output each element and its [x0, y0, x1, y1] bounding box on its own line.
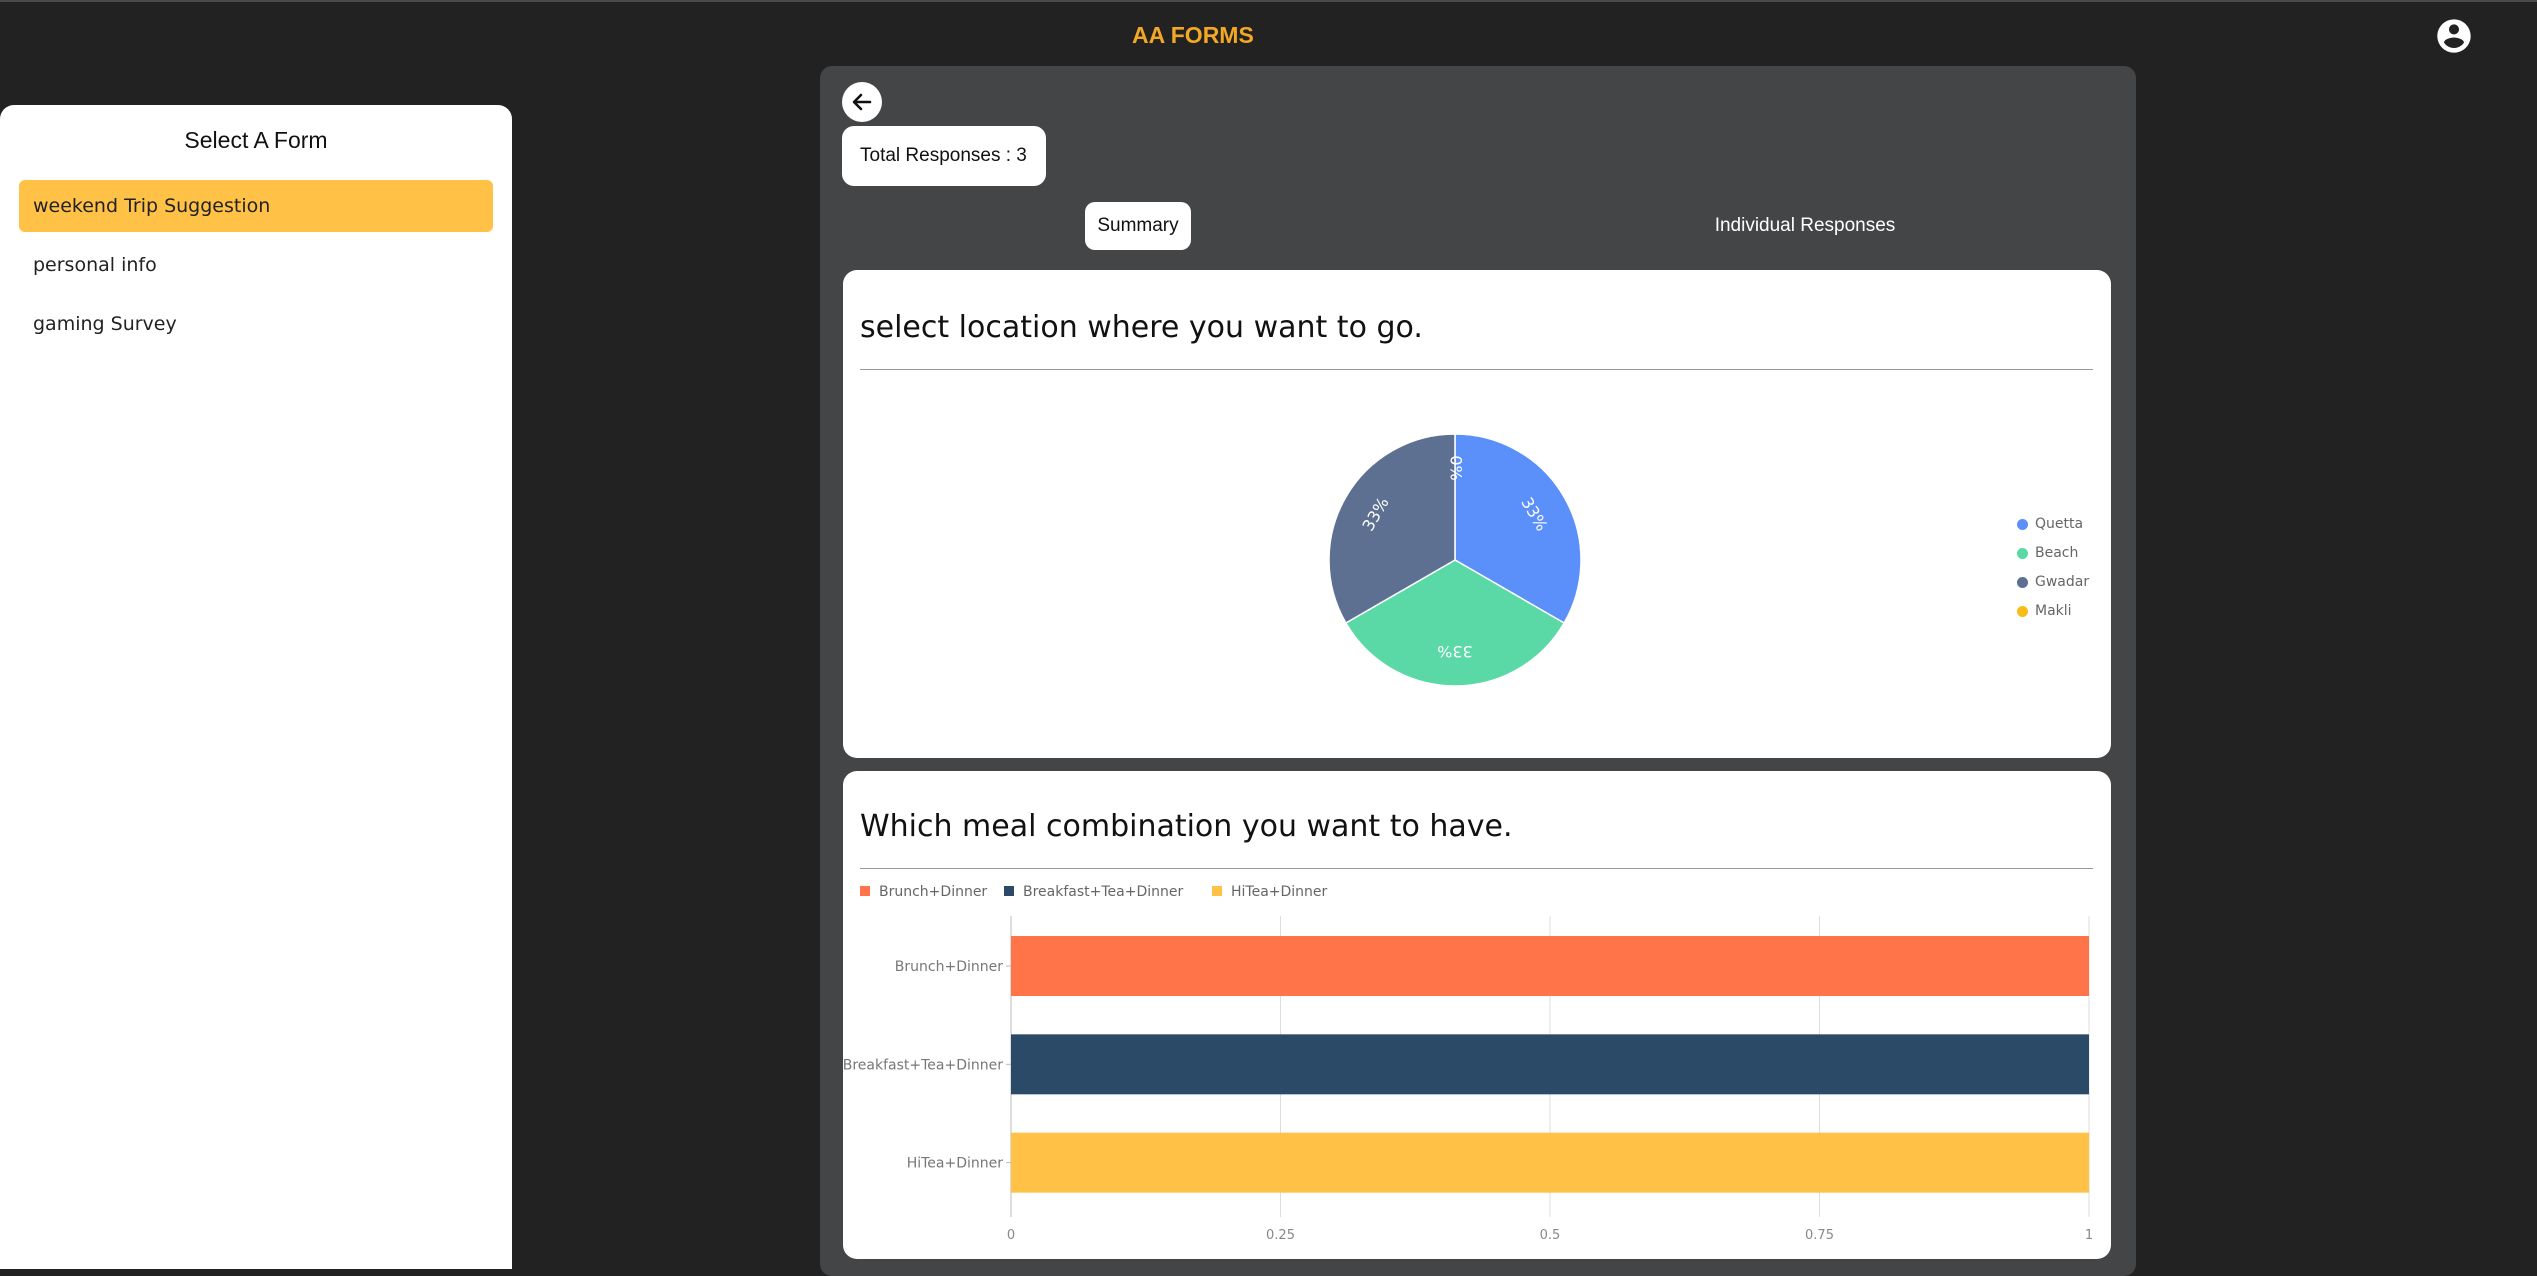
y-tick-label: Breakfast+Tea+Dinner [843, 1057, 1003, 1073]
sidebar-item-personal-info[interactable]: personal info [19, 239, 493, 291]
legend-dot [2017, 519, 2028, 530]
question-card: Which meal combination you want to have.… [843, 771, 2111, 1259]
x-tick-label: 0.75 [1805, 1228, 1834, 1243]
total-responses-badge: Total Responses : 3 [842, 126, 1046, 186]
legend-item-brunch-dinner[interactable]: Brunch+Dinner [879, 884, 987, 900]
tab-individual-responses[interactable]: Individual Responses [1675, 202, 1935, 250]
x-tick-label: 1 [2085, 1228, 2093, 1243]
legend-dot [2017, 606, 2028, 617]
pie-data-label: 0% [1447, 455, 1466, 480]
back-button[interactable] [842, 82, 882, 122]
bar-breakfast-tea-dinner[interactable] [1011, 1034, 2089, 1095]
legend-swatch [860, 886, 870, 896]
sidebar-item-gaming-survey[interactable]: gaming Survey [19, 298, 493, 350]
sidebar-title: Select A Form [184, 127, 328, 153]
x-tick-label: 0 [1007, 1228, 1015, 1243]
form-selector-sidebar: Select A Form weekend Trip Suggestion pe… [0, 105, 512, 1269]
legend-item-makli[interactable]: Makli [2035, 603, 2072, 619]
x-tick-label: 0.25 [1266, 1228, 1295, 1243]
pie-data-label: 33% [1437, 642, 1473, 661]
sidebar-item-weekend-trip-suggestion[interactable]: weekend Trip Suggestion [19, 180, 493, 232]
legend-item-beach[interactable]: Beach [2035, 545, 2078, 561]
legend-dot [2017, 548, 2028, 559]
arrow-left-icon [852, 93, 872, 111]
location-pie-chart: 33%33%33%0% [1328, 433, 1582, 687]
y-tick-label: HiTea+Dinner [907, 1156, 1004, 1172]
bar-hitea-dinner[interactable] [1011, 1132, 2089, 1193]
legend-item-quetta[interactable]: Quetta [2035, 516, 2083, 532]
question-card: select location where you want to go. 33… [843, 270, 2111, 758]
responses-panel: Total Responses : 3 Summary Individual R… [820, 66, 2136, 1276]
legend-item-gwadar[interactable]: Gwadar [2035, 574, 2089, 590]
legend-swatch [1004, 886, 1014, 896]
legend-item-breakfast-tea-dinner[interactable]: Breakfast+Tea+Dinner [1023, 884, 1183, 900]
legend-item-hitea-dinner[interactable]: HiTea+Dinner [1231, 884, 1328, 900]
account-circle-icon[interactable] [2434, 16, 2474, 56]
y-tick-label: Brunch+Dinner [895, 959, 1003, 975]
app-title: AA FORMS [1132, 22, 1254, 48]
bar-brunch-dinner[interactable] [1011, 936, 2089, 996]
tab-summary[interactable]: Summary [1085, 202, 1191, 250]
legend-dot [2017, 577, 2028, 588]
meal-bar-chart: 0 0.25 0.5 0.75 1 Brunch+Dinner Breakfast+Tea+… [843, 884, 2093, 1243]
legend-swatch [1212, 886, 1222, 896]
x-tick-label: 0.5 [1540, 1228, 1561, 1243]
